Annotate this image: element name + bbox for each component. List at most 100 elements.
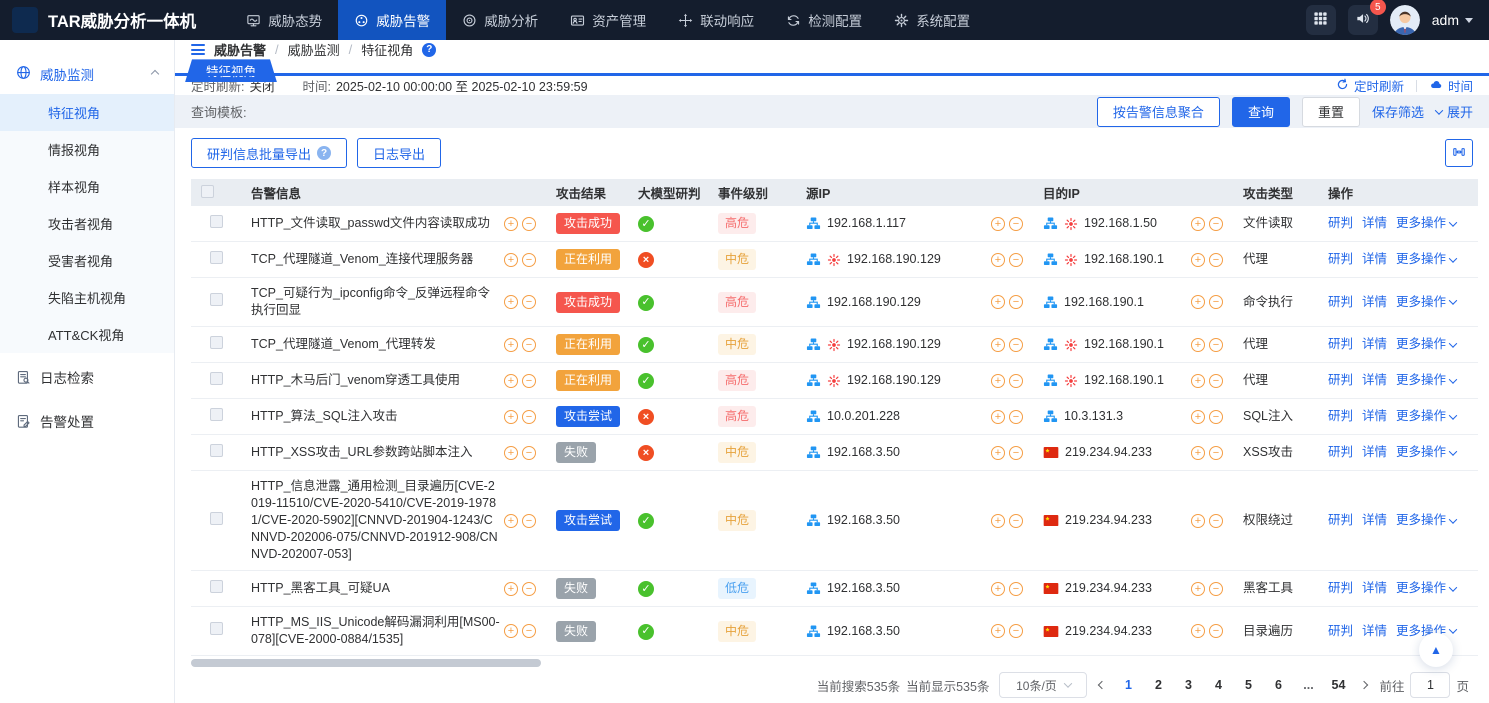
filter-include-icon[interactable]: + bbox=[504, 514, 518, 528]
help-icon[interactable]: ? bbox=[422, 43, 436, 57]
filter-include-icon[interactable]: + bbox=[991, 624, 1005, 638]
filter-include-icon[interactable]: + bbox=[504, 338, 518, 352]
filter-include-icon[interactable]: + bbox=[991, 295, 1005, 309]
page-number[interactable]: 54 bbox=[1327, 678, 1349, 692]
filter-exclude-icon[interactable]: − bbox=[1009, 338, 1023, 352]
breadcrumb-item[interactable]: 威胁监测 bbox=[288, 40, 340, 59]
filter-exclude-icon[interactable]: − bbox=[522, 295, 536, 309]
judge-link[interactable]: 研判 bbox=[1328, 444, 1353, 461]
page-number[interactable]: 1 bbox=[1117, 678, 1139, 692]
filter-include-icon[interactable]: + bbox=[504, 446, 518, 460]
row-checkbox[interactable] bbox=[210, 215, 223, 228]
filter-exclude-icon[interactable]: − bbox=[1009, 295, 1023, 309]
detail-link[interactable]: 详情 bbox=[1362, 215, 1387, 232]
sidebar-item-受害者视角[interactable]: 受害者视角 bbox=[0, 242, 174, 279]
filter-exclude-icon[interactable]: − bbox=[522, 374, 536, 388]
sidebar-item-特征视角[interactable]: 特征视角 bbox=[0, 94, 174, 131]
filter-include-icon[interactable]: + bbox=[991, 410, 1005, 424]
judge-link[interactable]: 研判 bbox=[1328, 512, 1353, 529]
sidebar-item-告警处置[interactable]: 告警处置 bbox=[0, 401, 174, 441]
filter-exclude-icon[interactable]: − bbox=[1209, 410, 1223, 424]
time-filter-button[interactable]: 时间 bbox=[1429, 76, 1473, 95]
filter-exclude-icon[interactable]: − bbox=[522, 624, 536, 638]
detail-link[interactable]: 详情 bbox=[1362, 336, 1387, 353]
next-page-button[interactable] bbox=[1359, 682, 1369, 688]
row-checkbox[interactable] bbox=[210, 293, 223, 306]
judge-link[interactable]: 研判 bbox=[1328, 623, 1353, 640]
row-checkbox[interactable] bbox=[210, 622, 223, 635]
judge-link[interactable]: 研判 bbox=[1328, 580, 1353, 597]
nav-item-alert-radar[interactable]: 威胁告警 bbox=[338, 0, 446, 40]
filter-exclude-icon[interactable]: − bbox=[1009, 253, 1023, 267]
judge-link[interactable]: 研判 bbox=[1328, 372, 1353, 389]
filter-exclude-icon[interactable]: − bbox=[1209, 374, 1223, 388]
filter-exclude-icon[interactable]: − bbox=[1009, 624, 1023, 638]
more-actions-link[interactable]: 更多操作 bbox=[1396, 580, 1456, 597]
more-actions-link[interactable]: 更多操作 bbox=[1396, 336, 1456, 353]
sidebar-item-日志检索[interactable]: 日志检索 bbox=[0, 357, 174, 397]
row-checkbox[interactable] bbox=[210, 580, 223, 593]
filter-exclude-icon[interactable]: − bbox=[522, 338, 536, 352]
nav-item-gear[interactable]: 系统配置 bbox=[878, 0, 986, 40]
user-menu[interactable]: adm bbox=[1432, 12, 1473, 28]
page-number[interactable]: 3 bbox=[1177, 678, 1199, 692]
detail-link[interactable]: 详情 bbox=[1362, 294, 1387, 311]
filter-include-icon[interactable]: + bbox=[1191, 446, 1205, 460]
more-actions-link[interactable]: 更多操作 bbox=[1396, 251, 1456, 268]
filter-exclude-icon[interactable]: − bbox=[522, 446, 536, 460]
detail-link[interactable]: 详情 bbox=[1362, 408, 1387, 425]
judge-link[interactable]: 研判 bbox=[1328, 215, 1353, 232]
filter-include-icon[interactable]: + bbox=[504, 582, 518, 596]
filter-include-icon[interactable]: + bbox=[991, 582, 1005, 596]
filter-exclude-icon[interactable]: − bbox=[522, 410, 536, 424]
more-actions-link[interactable]: 更多操作 bbox=[1396, 294, 1456, 311]
nav-item-linkage-move[interactable]: 联动响应 bbox=[662, 0, 770, 40]
more-actions-link[interactable]: 更多操作 bbox=[1396, 372, 1456, 389]
filter-include-icon[interactable]: + bbox=[1191, 514, 1205, 528]
detail-link[interactable]: 详情 bbox=[1362, 372, 1387, 389]
filter-exclude-icon[interactable]: − bbox=[1209, 253, 1223, 267]
nav-item-detect-cycle[interactable]: 检测配置 bbox=[770, 0, 878, 40]
filter-exclude-icon[interactable]: − bbox=[522, 582, 536, 596]
page-number[interactable]: 6 bbox=[1267, 678, 1289, 692]
filter-include-icon[interactable]: + bbox=[1191, 295, 1205, 309]
filter-include-icon[interactable]: + bbox=[991, 514, 1005, 528]
detail-link[interactable]: 详情 bbox=[1362, 251, 1387, 268]
sidebar-item-样本视角[interactable]: 样本视角 bbox=[0, 168, 174, 205]
filter-include-icon[interactable]: + bbox=[991, 338, 1005, 352]
more-actions-link[interactable]: 更多操作 bbox=[1396, 215, 1456, 232]
page-number[interactable]: 4 bbox=[1207, 678, 1229, 692]
hamburger-icon[interactable] bbox=[191, 44, 205, 55]
filter-exclude-icon[interactable]: − bbox=[1209, 582, 1223, 596]
filter-exclude-icon[interactable]: − bbox=[1009, 410, 1023, 424]
more-actions-link[interactable]: 更多操作 bbox=[1396, 408, 1456, 425]
filter-exclude-icon[interactable]: − bbox=[1009, 446, 1023, 460]
tab-feature-view[interactable]: 特征视角 bbox=[185, 59, 277, 82]
page-number[interactable]: 5 bbox=[1237, 678, 1259, 692]
filter-exclude-icon[interactable]: − bbox=[1009, 217, 1023, 231]
judge-link[interactable]: 研判 bbox=[1328, 251, 1353, 268]
judge-link[interactable]: 研判 bbox=[1328, 408, 1353, 425]
filter-exclude-icon[interactable]: − bbox=[1209, 295, 1223, 309]
filter-include-icon[interactable]: + bbox=[504, 374, 518, 388]
nav-item-asset-idcard[interactable]: 资产管理 bbox=[554, 0, 662, 40]
row-checkbox[interactable] bbox=[210, 512, 223, 525]
row-checkbox[interactable] bbox=[210, 372, 223, 385]
expand-link[interactable]: 展开 bbox=[1436, 102, 1473, 121]
aggregate-button[interactable]: 按告警信息聚合 bbox=[1097, 97, 1220, 127]
filter-exclude-icon[interactable]: − bbox=[1209, 217, 1223, 231]
filter-include-icon[interactable]: + bbox=[504, 624, 518, 638]
filter-include-icon[interactable]: + bbox=[504, 253, 518, 267]
sidebar-item-ATT&CK视角[interactable]: ATT&CK视角 bbox=[0, 316, 174, 353]
nav-item-situation-monitor[interactable]: 威胁态势 bbox=[230, 0, 338, 40]
filter-include-icon[interactable]: + bbox=[991, 253, 1005, 267]
filter-include-icon[interactable]: + bbox=[1191, 374, 1205, 388]
export-log-button[interactable]: 日志导出 bbox=[357, 138, 441, 168]
filter-include-icon[interactable]: + bbox=[1191, 624, 1205, 638]
filter-include-icon[interactable]: + bbox=[1191, 410, 1205, 424]
judge-link[interactable]: 研判 bbox=[1328, 294, 1353, 311]
row-checkbox[interactable] bbox=[210, 444, 223, 457]
filter-exclude-icon[interactable]: − bbox=[522, 514, 536, 528]
column-settings-button[interactable] bbox=[1445, 139, 1473, 167]
breadcrumb-item[interactable]: 特征视角 bbox=[361, 40, 413, 59]
